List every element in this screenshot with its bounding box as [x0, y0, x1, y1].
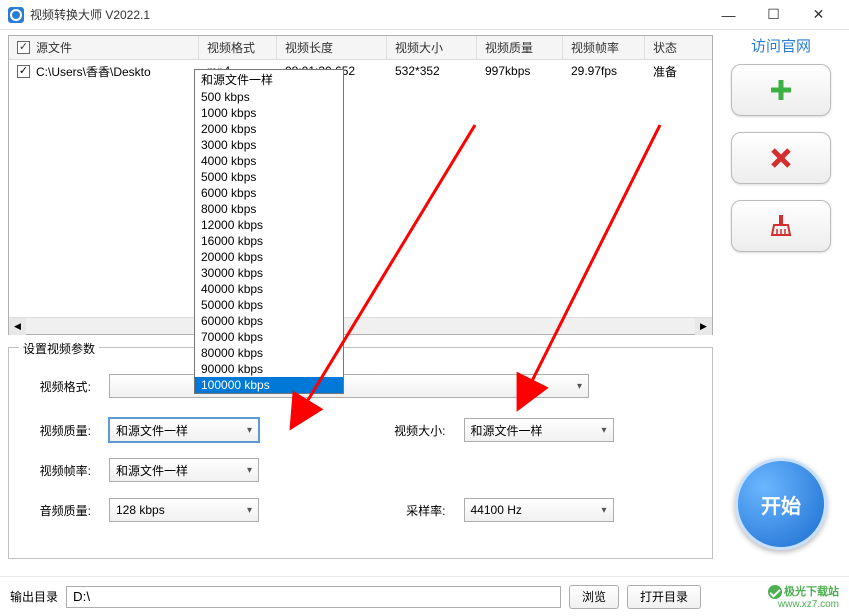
th-fps: 视频帧率	[563, 36, 645, 59]
file-table: 源文件 视频格式 视频长度 视频大小 视频质量 视频帧率 状态 C:\Users…	[8, 35, 713, 335]
dropdown-option[interactable]: 4000 kbps	[195, 153, 343, 169]
titlebar: 视频转换大师 V2022.1 — ☐ ✕	[0, 0, 849, 30]
table-header: 源文件 视频格式 视频长度 视频大小 视频质量 视频帧率 状态	[9, 36, 712, 60]
clear-button[interactable]	[731, 200, 831, 252]
fps-label: 视频帧率:	[21, 462, 91, 479]
dropdown-option[interactable]: 90000 kbps	[195, 361, 343, 377]
th-quality: 视频质量	[477, 36, 563, 59]
output-label: 输出目录	[10, 588, 58, 605]
output-path-input[interactable]	[66, 586, 561, 608]
dropdown-option[interactable]: 100000 kbps	[195, 377, 343, 393]
watermark: 极光下载站 www.xz7.com	[768, 583, 839, 610]
th-size: 视频大小	[387, 36, 477, 59]
cell-size: 532*352	[387, 64, 477, 78]
cell-path: C:\Users\香香\Deskto	[36, 63, 151, 80]
fps-select[interactable]: 和源文件一样	[109, 458, 259, 482]
quality-label: 视频质量:	[21, 422, 91, 439]
dropdown-option[interactable]: 40000 kbps	[195, 281, 343, 297]
horizontal-scrollbar[interactable]: ◀ ▶	[9, 317, 712, 334]
output-bar: 输出目录 浏览 打开目录	[0, 576, 849, 616]
th-status: 状态	[645, 36, 695, 59]
dropdown-option[interactable]: 5000 kbps	[195, 169, 343, 185]
size-select[interactable]: 和源文件一样	[464, 418, 614, 442]
select-all-checkbox[interactable]	[17, 41, 30, 54]
dropdown-option[interactable]: 2000 kbps	[195, 121, 343, 137]
th-source: 源文件	[36, 39, 72, 56]
audio-label: 音频质量:	[21, 502, 91, 519]
dropdown-option[interactable]: 8000 kbps	[195, 201, 343, 217]
plus-icon	[767, 76, 795, 104]
open-dir-button[interactable]: 打开目录	[627, 585, 701, 609]
th-duration: 视频长度	[277, 36, 387, 59]
format-select[interactable]: VC(*.mp4)	[109, 374, 589, 398]
minimize-button[interactable]: —	[706, 1, 751, 29]
quality-dropdown[interactable]: 和源文件一样500 kbps1000 kbps2000 kbps3000 kbp…	[194, 69, 344, 394]
format-label: 视频格式:	[21, 378, 91, 395]
th-format: 视频格式	[199, 36, 277, 59]
app-icon	[8, 7, 24, 23]
broom-icon	[768, 213, 794, 239]
watermark-logo-icon	[768, 585, 782, 599]
quality-select[interactable]: 和源文件一样	[109, 418, 259, 442]
cell-fps: 29.97fps	[563, 64, 645, 78]
params-title: 设置视频参数	[19, 340, 99, 357]
dropdown-option[interactable]: 30000 kbps	[195, 265, 343, 281]
params-panel: 设置视频参数 视频格式: VC(*.mp4) 视频质量: 和源文件一样 视频大小…	[8, 347, 713, 559]
dropdown-option[interactable]: 80000 kbps	[195, 345, 343, 361]
delete-button[interactable]	[731, 132, 831, 184]
sample-label: 采样率:	[376, 502, 446, 519]
maximize-button[interactable]: ☐	[751, 1, 796, 29]
dropdown-option[interactable]: 6000 kbps	[195, 185, 343, 201]
visit-site-link[interactable]: 访问官网	[751, 35, 811, 56]
table-row[interactable]: C:\Users\香香\Deskto mp4 08:01:30.652 532*…	[9, 60, 712, 82]
add-button[interactable]	[731, 64, 831, 116]
dropdown-option[interactable]: 12000 kbps	[195, 217, 343, 233]
scroll-right-icon[interactable]: ▶	[695, 318, 712, 335]
cell-quality: 997kbps	[477, 64, 563, 78]
dropdown-option[interactable]: 500 kbps	[195, 89, 343, 105]
browse-button[interactable]: 浏览	[569, 585, 619, 609]
cell-status: 准备	[645, 63, 695, 80]
dropdown-option[interactable]: 3000 kbps	[195, 137, 343, 153]
dropdown-option[interactable]: 50000 kbps	[195, 297, 343, 313]
close-button[interactable]: ✕	[796, 1, 841, 29]
x-icon	[769, 146, 793, 170]
window-title: 视频转换大师 V2022.1	[30, 6, 706, 23]
dropdown-option[interactable]: 60000 kbps	[195, 313, 343, 329]
start-button[interactable]: 开始	[735, 458, 827, 550]
size-label: 视频大小:	[376, 422, 446, 439]
scroll-left-icon[interactable]: ◀	[9, 318, 26, 335]
sample-select[interactable]: 44100 Hz	[464, 498, 614, 522]
dropdown-option[interactable]: 20000 kbps	[195, 249, 343, 265]
dropdown-option[interactable]: 和源文件一样	[195, 70, 343, 89]
row-checkbox[interactable]	[17, 65, 30, 78]
dropdown-option[interactable]: 70000 kbps	[195, 329, 343, 345]
audio-select[interactable]: 128 kbps	[109, 498, 259, 522]
dropdown-option[interactable]: 1000 kbps	[195, 105, 343, 121]
dropdown-option[interactable]: 16000 kbps	[195, 233, 343, 249]
